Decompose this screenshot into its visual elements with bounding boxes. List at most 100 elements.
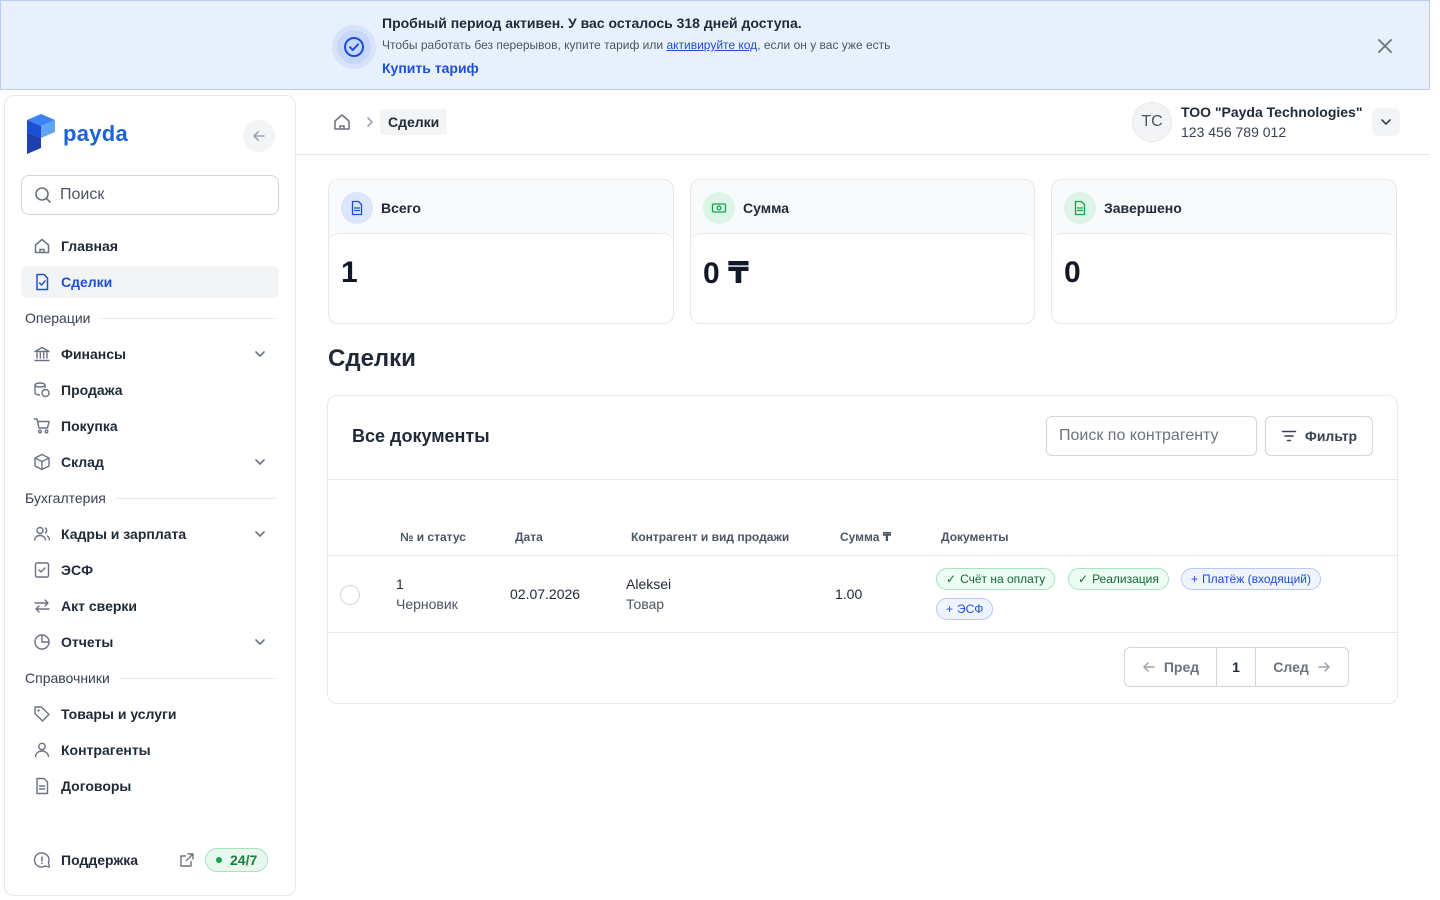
home-icon: [34, 238, 50, 254]
company-switcher-button[interactable]: [1372, 108, 1400, 136]
section-label: Операции: [25, 310, 91, 326]
sidebar-item-label: Покупка: [61, 418, 118, 434]
section-accounting: Бухгалтерия: [25, 488, 275, 508]
sidebar: payda Поиск Главная Сделки Операции Фина…: [4, 95, 296, 896]
column-header-number-status[interactable]: № и статус: [400, 530, 466, 544]
sidebar-item-sales[interactable]: Продажа: [21, 374, 279, 406]
chevron-down-icon: [255, 639, 265, 645]
row-sale-kind: Товар: [626, 596, 665, 612]
breadcrumb-current: Сделки: [380, 109, 448, 135]
support-hours: 24/7: [230, 852, 258, 868]
sidebar-item-esf[interactable]: ЭСФ: [21, 554, 279, 586]
banknote-icon: [703, 192, 735, 224]
sidebar-item-label: Главная: [61, 238, 118, 254]
section-label: Бухгалтерия: [25, 490, 106, 506]
sidebar-item-label: Контрагенты: [61, 742, 151, 758]
plus-icon: +: [1191, 572, 1199, 586]
column-header-date[interactable]: Дата: [515, 530, 543, 544]
counterparty-search-input[interactable]: Поиск по контрагенту: [1046, 416, 1257, 456]
user-icon: [34, 742, 50, 758]
section-operations: Операции: [25, 308, 275, 328]
doc-tag-invoice[interactable]: ✓ Счёт на оплату: [936, 568, 1056, 590]
search-icon: [35, 187, 51, 203]
trial-banner: Пробный период активен. У вас осталось 3…: [0, 0, 1430, 90]
doc-tag-label: Реализация: [1092, 572, 1159, 586]
stat-card-sum: Сумма 0 ₸: [690, 179, 1035, 324]
divider: [328, 479, 1397, 480]
company-avatar[interactable]: TC: [1132, 102, 1172, 142]
sidebar-item-label: Акт сверки: [61, 598, 138, 614]
sidebar-item-warehouse[interactable]: Склад: [21, 446, 279, 478]
stat-card-completed: Завершено 0: [1051, 179, 1397, 324]
document-text-icon: [1064, 192, 1096, 224]
filter-button[interactable]: Фильтр: [1265, 416, 1373, 456]
sidebar-item-label: Договоры: [61, 778, 132, 794]
sidebar-item-label: Продажа: [61, 382, 123, 398]
sidebar-item-goods[interactable]: Товары и услуги: [21, 698, 279, 730]
doc-tag-esf[interactable]: + ЭСФ: [936, 598, 994, 620]
pagination-page-1[interactable]: 1: [1217, 648, 1256, 686]
stat-value: 0 ₸: [703, 257, 749, 290]
coins-icon: [34, 382, 50, 398]
chevron-down-icon: [255, 531, 265, 537]
stat-label: Завершено: [1104, 200, 1182, 216]
plus-icon: +: [946, 602, 954, 616]
support-label: Поддержка: [61, 852, 139, 868]
collapse-sidebar-button[interactable]: [243, 120, 275, 152]
close-icon[interactable]: [1374, 35, 1396, 57]
doc-tag-incoming-payment[interactable]: + Платёж (входящий): [1181, 568, 1322, 590]
sidebar-item-hr[interactable]: Кадры и зарплата: [21, 518, 279, 550]
doc-tag-label: Платёж (входящий): [1202, 572, 1312, 586]
external-link-icon[interactable]: [179, 852, 195, 868]
doc-tag-realization[interactable]: ✓ Реализация: [1068, 568, 1169, 590]
filter-icon: [1281, 430, 1297, 442]
company-bin: 123 456 789 012: [1181, 124, 1287, 140]
arrow-left-icon: [253, 131, 265, 141]
company-name[interactable]: ТОО "Payda Technologies": [1181, 104, 1362, 120]
breadcrumb-home-icon[interactable]: [332, 112, 352, 135]
sidebar-item-finance[interactable]: Финансы: [21, 338, 279, 370]
bank-icon: [34, 346, 50, 362]
sidebar-item-label: Кадры и зарплата: [61, 526, 187, 542]
sidebar-item-label: Склад: [61, 454, 104, 470]
file-text-icon: [36, 777, 49, 795]
documents-title: Все документы: [352, 426, 490, 446]
pagination: Пред 1 След: [1124, 647, 1349, 687]
buy-plan-link[interactable]: Купить тариф: [382, 60, 479, 76]
sidebar-item-deals[interactable]: Сделки: [21, 266, 279, 298]
sidebar-item-reconciliation[interactable]: Акт сверки: [21, 590, 279, 622]
sidebar-item-counterparties[interactable]: Контрагенты: [21, 734, 279, 766]
sidebar-search-input[interactable]: Поиск: [21, 175, 279, 215]
row-amount: 1.00: [835, 586, 863, 602]
arrow-left-icon: [1143, 662, 1155, 672]
document-icon: [341, 192, 373, 224]
divider: [119, 677, 275, 679]
row-counterparty[interactable]: Aleksei: [626, 576, 671, 592]
row-select-radio[interactable]: [340, 585, 360, 605]
banner-text-before: Чтобы работать без перерывов, купите тар…: [382, 38, 667, 52]
check-circle-icon: [332, 25, 376, 69]
column-header-amount[interactable]: Сумма ₸: [840, 530, 891, 544]
sidebar-item-purchase[interactable]: Покупка: [21, 410, 279, 442]
sidebar-item-contracts[interactable]: Договоры: [21, 770, 279, 802]
row-date: 02.07.2026: [510, 586, 581, 602]
sidebar-item-label: Отчеты: [61, 634, 114, 650]
column-header-counterparty[interactable]: Контрагент и вид продажи: [631, 530, 789, 544]
pagination-prev-button[interactable]: Пред: [1125, 648, 1217, 686]
pagination-next-button[interactable]: След: [1256, 648, 1348, 686]
banner-title: Пробный период активен. У вас осталось 3…: [382, 15, 802, 31]
sidebar-item-label: Сделки: [61, 274, 113, 290]
check-icon: ✓: [946, 572, 957, 586]
sidebar-item-home[interactable]: Главная: [21, 230, 279, 262]
sidebar-search-placeholder: Поиск: [60, 186, 105, 203]
pie-chart-icon: [34, 634, 50, 650]
activate-code-link[interactable]: активируйте код: [666, 38, 757, 52]
sidebar-item-reports[interactable]: Отчеты: [21, 626, 279, 658]
topbar: Сделки TC ТОО "Payda Technologies" 123 4…: [296, 90, 1430, 155]
column-header-documents[interactable]: Документы: [941, 530, 1008, 544]
logo[interactable]: payda: [25, 114, 128, 154]
sidebar-item-label: Товары и услуги: [61, 706, 177, 722]
support-hours-badge: 24/7: [205, 848, 269, 872]
stat-value: 0: [1064, 256, 1081, 289]
support-item[interactable]: Поддержка 24/7: [21, 844, 279, 876]
